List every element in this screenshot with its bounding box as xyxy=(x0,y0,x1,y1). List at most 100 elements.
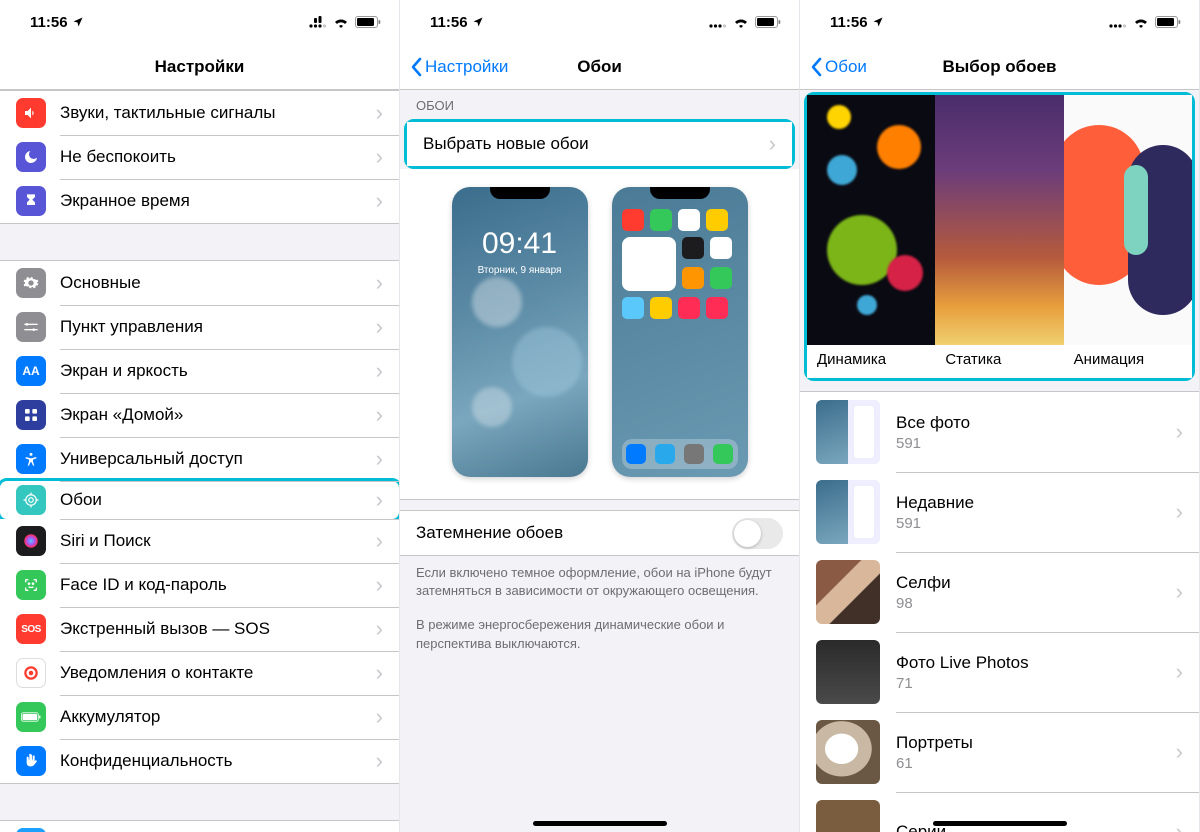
page-title: Настройки xyxy=(0,57,399,77)
album-title: Фото Live Photos xyxy=(896,653,1168,673)
lockscreen-preview[interactable]: 09:41 Вторник, 9 января xyxy=(452,187,588,477)
chevron-right-icon: › xyxy=(376,190,383,212)
album-count: 591 xyxy=(896,435,1168,452)
location-arrow-icon xyxy=(72,16,84,28)
back-button[interactable]: Настройки xyxy=(410,57,508,77)
gear-icon xyxy=(16,268,46,298)
wallpaper-type-row: Динамика Статика Анимация xyxy=(807,95,1192,378)
settings-row-faceid[interactable]: Face ID и код-пароль› xyxy=(0,563,399,607)
settings-row-siri[interactable]: Siri и Поиск› xyxy=(0,519,399,563)
album-row[interactable]: Недавние 591 › xyxy=(800,472,1199,552)
album-thumbnail xyxy=(816,480,880,544)
choose-wallpaper-label: Выбрать новые обои xyxy=(423,134,761,154)
settings-row-label: Экран и яркость xyxy=(60,361,368,381)
settings-row-sliders[interactable]: Пункт управления › xyxy=(0,305,399,349)
settings-row-label: Siri и Поиск xyxy=(60,531,368,551)
chevron-right-icon: › xyxy=(1176,421,1183,443)
screen-wallpaper: 11:56 Настройки Обои ОБОИ Выбрать новые … xyxy=(400,0,800,832)
type-dynamic-label: Динамика xyxy=(807,345,935,378)
settings-row-label: Конфиденциальность xyxy=(60,751,368,771)
hourglass-icon xyxy=(16,186,46,216)
nav-bar: Настройки xyxy=(0,44,399,90)
settings-row-moon[interactable]: Не беспокоить› xyxy=(0,135,399,179)
settings-row-gear[interactable]: Основные› xyxy=(0,261,399,305)
album-thumbnail xyxy=(816,800,880,832)
settings-row-label: Аккумулятор xyxy=(60,707,368,727)
sound-icon xyxy=(16,98,46,128)
settings-row-contact-alert[interactable]: Уведомления о контакте › xyxy=(0,651,399,695)
dim-wallpaper-label: Затемнение обоев xyxy=(416,523,732,543)
settings-row-hourglass[interactable]: Экранное время› xyxy=(0,179,399,223)
album-title: Недавние xyxy=(896,493,1168,513)
settings-row-label: Пункт управления xyxy=(60,317,368,337)
settings-row-sos[interactable]: SOSЭкстренный вызов — SOS› xyxy=(0,607,399,651)
homescreen-preview[interactable] xyxy=(612,187,748,477)
album-row[interactable]: Портреты61› xyxy=(800,712,1199,792)
wallpaper-body[interactable]: ОБОИ Выбрать новые обои › 09:41 Вторник,… xyxy=(400,90,799,832)
dim-wallpaper-switch[interactable] xyxy=(732,518,783,549)
wifi-icon xyxy=(733,16,749,28)
settings-row-accessibility[interactable]: Универсальный доступ› xyxy=(0,437,399,481)
back-button[interactable]: Обои xyxy=(810,57,867,77)
back-label: Настройки xyxy=(425,57,508,77)
wallpaper-icon xyxy=(16,485,46,515)
status-time: 11:56 xyxy=(30,14,68,31)
back-label: Обои xyxy=(825,57,867,77)
settings-row-label: Звуки, тактильные сигналы xyxy=(60,103,368,123)
footer-text-1: Если включено темное оформление, обои на… xyxy=(400,556,799,608)
type-static[interactable]: Статика xyxy=(935,95,1063,378)
album-title: Все фото xyxy=(896,413,1168,433)
home-indicator[interactable] xyxy=(933,821,1067,826)
accessibility-icon xyxy=(16,444,46,474)
settings-row-grid[interactable]: Экран «Домой»› xyxy=(0,393,399,437)
settings-row-hand[interactable]: Конфиденциальность› xyxy=(0,739,399,783)
grid-icon xyxy=(16,400,46,430)
dim-wallpaper-cell[interactable]: Затемнение обоев xyxy=(400,511,799,555)
AA-icon: AA xyxy=(16,356,46,386)
screen-choose-wallpaper: 11:56 Обои Выбор обоев xyxy=(800,0,1200,832)
chevron-right-icon: › xyxy=(1176,821,1183,832)
type-live[interactable]: Анимация xyxy=(1064,95,1192,378)
settings-body[interactable]: Звуки, тактильные сигналы › Не беспокоить›… xyxy=(0,90,399,832)
wallpaper-previews: 09:41 Вторник, 9 января xyxy=(400,169,799,500)
choose-wallpaper-cell[interactable]: Выбрать новые обои › xyxy=(407,122,792,166)
signal-icon xyxy=(709,16,727,28)
home-indicator[interactable] xyxy=(533,821,667,826)
type-dynamic[interactable]: Динамика xyxy=(807,95,935,378)
status-time: 11:56 xyxy=(830,14,868,31)
faceid-icon xyxy=(16,570,46,600)
chevron-right-icon: › xyxy=(1176,661,1183,683)
sos-icon: SOS xyxy=(16,614,46,644)
chevron-right-icon: › xyxy=(376,316,383,338)
screen-settings: 11:56 Настройки Звуки, тактильные сигнал… xyxy=(0,0,400,832)
siri-icon xyxy=(16,526,46,556)
chevron-right-icon: › xyxy=(376,102,383,124)
chevron-right-icon: › xyxy=(376,662,383,684)
album-row[interactable]: Все фото 591 › xyxy=(800,392,1199,472)
signal-icon xyxy=(1109,16,1127,28)
settings-row-wallpaper[interactable]: Обои› xyxy=(0,478,399,522)
album-count: 591 xyxy=(896,515,1168,532)
status-time: 11:56 xyxy=(430,14,468,31)
settings-row-label: Уведомления о контакте xyxy=(60,663,368,683)
album-row[interactable]: Серии› xyxy=(800,792,1199,832)
album-count: 71 xyxy=(896,675,1168,692)
type-static-label: Статика xyxy=(935,345,1063,378)
album-row[interactable]: Селфи98› xyxy=(800,552,1199,632)
lock-clock: 09:41 xyxy=(452,227,588,261)
signal-icon xyxy=(309,16,327,28)
section-header: ОБОИ xyxy=(400,90,799,119)
settings-row-appstore[interactable]: App Store› xyxy=(0,821,399,832)
album-count: 61 xyxy=(896,755,1168,772)
settings-row-battery[interactable]: Аккумулятор› xyxy=(0,695,399,739)
album-row[interactable]: Фото Live Photos 71 › xyxy=(800,632,1199,712)
settings-row-sound[interactable]: Звуки, тактильные сигналы › xyxy=(0,91,399,135)
contact-alert-icon xyxy=(16,658,46,688)
choose-body[interactable]: Динамика Статика Анимация Все фото591›Не… xyxy=(800,90,1199,832)
album-thumbnail xyxy=(816,640,880,704)
settings-row-AA[interactable]: AAЭкран и яркость› xyxy=(0,349,399,393)
chevron-right-icon: › xyxy=(1176,501,1183,523)
status-bar: 11:56 xyxy=(0,0,399,44)
chevron-right-icon: › xyxy=(1176,581,1183,603)
settings-row-label: Основные xyxy=(60,273,368,293)
